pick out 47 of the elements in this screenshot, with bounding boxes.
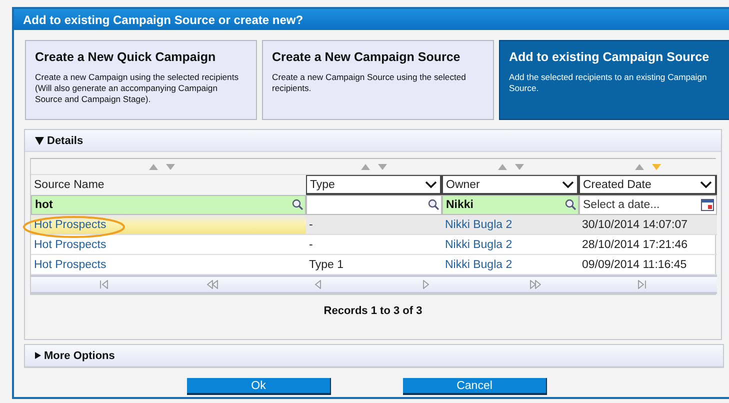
column-filter-dropdown[interactable]: Created Date: [579, 175, 717, 195]
sort-arrows-icon[interactable]: [149, 164, 175, 170]
sort-arrows-icon[interactable]: [498, 164, 524, 170]
option-card[interactable]: Create a New Campaign Source Create a new Campaign Source using the selected recipients.: [262, 40, 494, 120]
column-filter-dropdown[interactable]: Owner: [442, 175, 579, 195]
search-icon[interactable]: [565, 199, 576, 210]
table-cell: 28/10/2014 17:21:46: [579, 235, 717, 255]
card-description: Create a new Campaign Source using the selected recipients.: [272, 72, 467, 94]
filter-field[interactable]: Nikki: [442, 195, 579, 215]
rewind-icon[interactable]: [206, 280, 218, 289]
option-card[interactable]: Create a New Quick Campaign Create a new Campaign using the selected recipients (Will also generate an accompanying Campaign Source and Campaign Stage).: [25, 40, 257, 120]
chevron-down-icon: [425, 180, 437, 188]
records-count: Records 1 to 3 of 3: [322, 304, 424, 319]
section-title: More Options: [44, 350, 115, 362]
dialog-button[interactable]: Ok: [187, 378, 331, 395]
card-title: Create a New Campaign Source: [272, 50, 462, 64]
sort-arrows-icon[interactable]: [361, 164, 387, 170]
search-icon[interactable]: [428, 199, 439, 210]
search-icon[interactable]: [292, 199, 303, 210]
sort-arrows-icon[interactable]: [635, 164, 661, 170]
table-cell: -: [306, 235, 442, 255]
section-header[interactable]: Details: [25, 130, 721, 152]
table-link[interactable]: Hot Prospects: [31, 235, 306, 255]
dialog-title: Add to existing Campaign Source or create new?: [14, 9, 729, 30]
card-description: Create a new Campaign using the selected recipients (Will also generate an accompanying Campaign Source and Campaign Stage).: [35, 72, 240, 105]
table-link[interactable]: Nikki Bugla 2: [442, 235, 579, 255]
section-title: Details: [47, 134, 84, 146]
table-link[interactable]: Hot Prospects: [31, 215, 306, 235]
filter-field[interactable]: [306, 195, 442, 215]
table-cell: -: [306, 215, 442, 235]
card-title: Add to existing Campaign Source: [509, 50, 710, 64]
chevron-down-icon: [700, 180, 712, 188]
calendar-icon[interactable]: [701, 199, 714, 211]
card-description: Add the selected recipients to an existing Campaign Source.: [509, 72, 708, 94]
card-title: Create a New Quick Campaign: [35, 50, 217, 64]
filter-field[interactable]: hot: [31, 195, 306, 215]
table-link[interactable]: Nikki Bugla 2: [442, 215, 579, 235]
table-cell: 30/10/2014 14:07:07: [579, 215, 717, 235]
column-filter-dropdown[interactable]: Type: [306, 175, 442, 195]
date-filter-field[interactable]: Select a date...: [579, 195, 717, 215]
dialog-button[interactable]: Cancel: [403, 378, 547, 395]
first-page-icon[interactable]: [98, 280, 111, 289]
option-card[interactable]: Add to existing Campaign Source Add the selected recipients to an existing Campaign Source.: [499, 40, 729, 120]
chevron-down-icon: [562, 180, 574, 188]
column-header: Source Name: [31, 175, 306, 195]
fast-forward-icon[interactable]: [529, 280, 542, 289]
section-header[interactable]: More Options: [25, 345, 723, 367]
